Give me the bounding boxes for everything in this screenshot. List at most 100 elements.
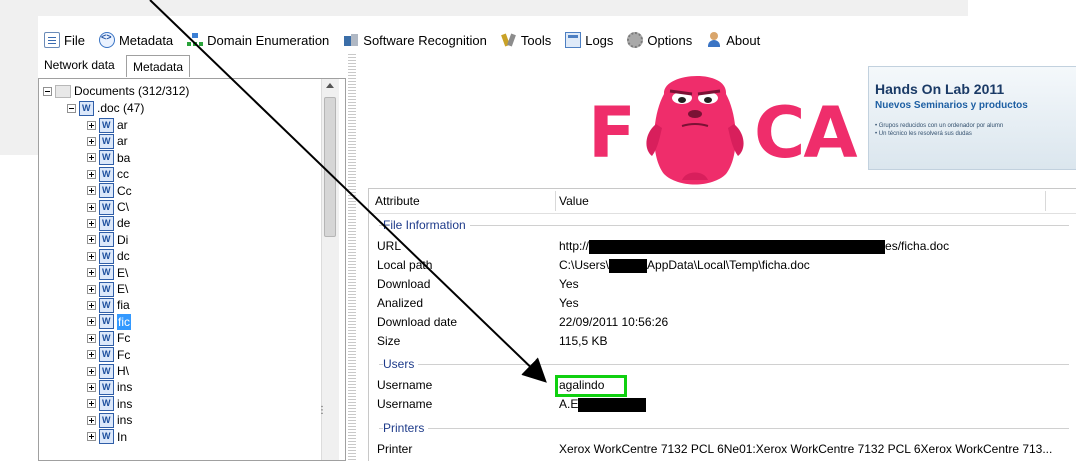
tree-item-label: fic	[117, 313, 131, 330]
menu-about-label: About	[726, 32, 761, 48]
word-document-icon	[99, 412, 114, 428]
tree-item[interactable]: de	[87, 215, 130, 231]
menu-logs[interactable]: Logs	[565, 32, 613, 48]
table-row[interactable]: Size 115,5 KB	[369, 332, 1076, 351]
tree-item[interactable]: ar	[87, 117, 128, 133]
expand-icon[interactable]	[87, 120, 96, 130]
expand-icon[interactable]	[87, 136, 96, 146]
tree-item-label: cc	[117, 167, 129, 182]
expand-icon[interactable]	[87, 153, 96, 163]
tree-doc-group[interactable]: .doc (47)	[67, 100, 144, 116]
table-row[interactable]: Username agalindo	[369, 376, 1076, 395]
tree-item[interactable]: ins	[87, 379, 132, 395]
group-divider	[379, 428, 1069, 429]
word-document-icon	[79, 100, 94, 116]
tree-item-label: Di	[117, 232, 129, 247]
table-row[interactable]: URL http:// es/ficha.doc	[369, 237, 1076, 256]
collapse-icon[interactable]	[43, 86, 52, 96]
tree-item[interactable]: ba	[87, 149, 130, 166]
panel-splitter[interactable]	[348, 54, 356, 461]
expand-icon[interactable]	[87, 415, 96, 425]
expand-icon[interactable]	[87, 251, 96, 261]
group-printers: Printers	[369, 419, 1076, 437]
network-icon	[187, 32, 203, 48]
menu-bar: File Metadata Domain Enumeration Softwar…	[38, 26, 1076, 54]
menu-domain-enumeration[interactable]: Domain Enumeration	[187, 32, 329, 48]
tree-item[interactable]: Fc	[87, 330, 130, 346]
table-row[interactable]: Download Yes	[369, 275, 1076, 294]
group-label: Printers	[383, 419, 429, 437]
tree-item[interactable]: Cc	[87, 182, 132, 199]
word-document-icon	[99, 149, 114, 166]
tree-item[interactable]: fia	[87, 297, 130, 313]
expand-icon[interactable]	[87, 218, 96, 228]
expand-icon[interactable]	[87, 202, 96, 212]
column-attribute[interactable]: Attribute	[371, 189, 420, 213]
table-row[interactable]: Local path C:\Users\ AppData\Local\Temp\f…	[369, 256, 1076, 275]
row-attribute: Download	[377, 277, 431, 291]
expand-icon[interactable]	[87, 169, 96, 179]
table-row[interactable]: Printer Xerox WorkCentre 7132 PCL 6Ne01:…	[369, 440, 1076, 459]
collapse-icon[interactable]	[67, 103, 76, 113]
row-attribute: Printer	[377, 442, 413, 456]
expand-icon[interactable]	[87, 317, 96, 327]
document-tree: Documents (312/312) .doc (47) ararbaccCc…	[38, 78, 346, 461]
expand-icon[interactable]	[87, 268, 96, 278]
expand-icon[interactable]	[87, 333, 96, 343]
expand-icon[interactable]	[87, 235, 96, 245]
menu-file[interactable]: File	[44, 32, 85, 48]
tools-icon	[501, 32, 517, 48]
user-icon	[706, 32, 722, 48]
menu-about[interactable]: About	[706, 32, 760, 48]
table-row[interactable]: Analized Yes	[369, 294, 1076, 313]
tab-metadata[interactable]: Metadata	[126, 55, 191, 77]
tree-item[interactable]: Di	[87, 231, 129, 248]
grid-header: Attribute Value	[369, 189, 1076, 214]
expand-icon[interactable]	[87, 382, 96, 392]
tree-item[interactable]: C\	[87, 199, 129, 215]
scroll-up-icon[interactable]	[326, 83, 334, 88]
tree-scrollbar[interactable]	[321, 79, 339, 460]
tab-network-data[interactable]: Network data	[40, 54, 119, 76]
word-document-icon	[99, 379, 114, 395]
tree-item[interactable]: ins	[87, 395, 132, 412]
expand-icon[interactable]	[87, 284, 96, 294]
expand-icon[interactable]	[87, 366, 96, 376]
table-row[interactable]: Download date 22/09/2011 10:56:26	[369, 313, 1076, 332]
tree-item[interactable]: In	[87, 428, 127, 445]
row-value: http:// es/ficha.doc	[559, 237, 949, 256]
tree-item[interactable]: cc	[87, 166, 129, 182]
username-highlight-box	[555, 375, 627, 397]
word-document-icon	[99, 182, 114, 199]
scroll-thumb[interactable]	[324, 97, 336, 237]
menu-metadata[interactable]: Metadata	[98, 32, 173, 48]
tree-item[interactable]: Fc	[87, 346, 130, 363]
row-attribute: Username	[377, 397, 433, 411]
column-value[interactable]: Value	[555, 189, 589, 213]
expand-icon[interactable]	[87, 399, 96, 409]
tree-item[interactable]: fic	[87, 313, 131, 330]
tree-item[interactable]: H\	[87, 363, 129, 379]
banner-subtitle: Nuevos Seminarios y productos	[875, 100, 1028, 111]
expand-icon[interactable]	[87, 432, 96, 442]
column-divider[interactable]	[1045, 191, 1046, 211]
expand-icon[interactable]	[87, 300, 96, 310]
banner-bullet: • Grupos reducidos con un ordenador por …	[875, 123, 1004, 129]
promo-banner[interactable]: Hands On Lab 2011 Nuevos Seminarios y pr…	[868, 66, 1076, 170]
tree-item[interactable]: dc	[87, 248, 130, 264]
expand-icon[interactable]	[87, 350, 96, 360]
menu-tools[interactable]: Tools	[501, 32, 551, 48]
expand-icon[interactable]	[87, 186, 96, 196]
group-label: File Information	[383, 216, 470, 234]
redaction-bar	[578, 397, 647, 412]
menu-software-recognition[interactable]: Software Recognition	[343, 32, 487, 48]
logo-area: F CA Hands On Lab 2011 Nuevos Seminarios…	[358, 54, 1076, 185]
row-value: Xerox WorkCentre 7132 PCL 6Ne01:Xerox Wo…	[559, 442, 1053, 456]
tree-item[interactable]: E\	[87, 281, 128, 297]
table-row[interactable]: Username A.E	[369, 395, 1076, 414]
tree-root[interactable]: Documents (312/312)	[43, 83, 189, 99]
menu-options[interactable]: Options	[627, 32, 692, 48]
tree-item[interactable]: ar	[87, 133, 128, 149]
tree-item[interactable]: E\	[87, 264, 128, 281]
tree-item[interactable]: ins	[87, 412, 132, 428]
